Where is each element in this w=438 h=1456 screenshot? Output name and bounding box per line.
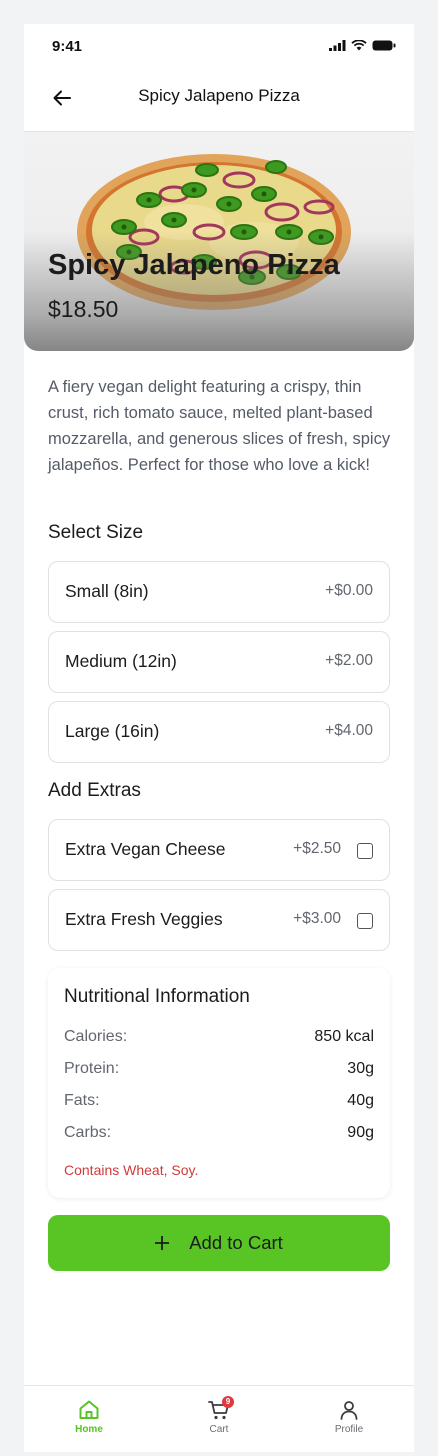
- plus-icon: [155, 1236, 170, 1250]
- status-icons: [329, 40, 396, 51]
- nav-item-profile[interactable]: Profile: [314, 1398, 384, 1435]
- nutrition-value: 850 kcal: [314, 1028, 374, 1045]
- nutrition-value: 30g: [347, 1060, 374, 1077]
- product-name: Spicy Jalapeno Pizza: [48, 249, 340, 281]
- extra-option-price: +$3.00: [293, 910, 341, 927]
- profile-icon: [340, 1401, 358, 1420]
- header-title: Spicy Jalapeno Pizza: [138, 86, 300, 105]
- status-bar: 9:41: [24, 24, 414, 68]
- battery-icon: [372, 40, 396, 51]
- extra-fresh-veggies-checkbox[interactable]: [357, 913, 373, 929]
- nutrition-value: 90g: [347, 1124, 374, 1141]
- nutrition-row-calories: Calories: 850 kcal: [64, 1028, 374, 1050]
- nutrition-row-fats: Fats: 40g: [64, 1092, 374, 1114]
- nutrition-row-carbs: Carbs: 90g: [64, 1124, 374, 1146]
- size-option-price: +$0.00: [325, 582, 373, 599]
- nav-label-cart: Cart: [209, 1424, 229, 1435]
- extra-option-fresh-veggies[interactable]: Extra Fresh Veggies +$3.00: [48, 889, 390, 951]
- size-option-label: Small (8in): [65, 581, 149, 601]
- extra-option-price: +$2.50: [293, 840, 341, 857]
- nav-item-home[interactable]: Home: [54, 1398, 124, 1435]
- product-hero-image: Spicy Jalapeno Pizza $18.50: [24, 132, 414, 351]
- nav-label-home: Home: [75, 1424, 103, 1435]
- size-option-price: +$4.00: [325, 722, 373, 739]
- allergens-warning: Contains Wheat, Soy.: [64, 1162, 199, 1178]
- nav-item-cart[interactable]: 9 Cart: [184, 1396, 254, 1435]
- size-option-label: Large (16in): [65, 721, 160, 741]
- extra-option-label: Extra Fresh Veggies: [65, 909, 223, 929]
- extra-option-label: Extra Vegan Cheese: [65, 839, 226, 859]
- wifi-icon: [351, 40, 367, 51]
- nutrition-label: Protein:: [64, 1060, 120, 1077]
- app-header: Spicy Jalapeno Pizza: [24, 68, 414, 132]
- nutrition-value: 40g: [347, 1092, 374, 1109]
- add-extras-title: Add Extras: [48, 780, 141, 801]
- signal-icon: [329, 40, 346, 51]
- home-icon: [79, 1400, 99, 1419]
- product-price: $18.50: [48, 296, 119, 322]
- nav-label-profile: Profile: [334, 1424, 364, 1435]
- phone-screen: 9:41 Spicy Jalapeno Pizza Spicy Jalapeno…: [24, 24, 414, 1452]
- size-option-large[interactable]: Large (16in) +$4.00: [48, 701, 390, 763]
- nutrition-title: Nutritional Information: [64, 986, 250, 1007]
- cart-badge: 9: [222, 1396, 234, 1408]
- select-size-title: Select Size: [48, 522, 144, 543]
- size-option-price: +$2.00: [325, 652, 373, 669]
- nutrition-label: Fats:: [64, 1092, 100, 1109]
- size-option-small[interactable]: Small (8in) +$0.00: [48, 561, 390, 623]
- size-option-medium[interactable]: Medium (12in) +$2.00: [48, 631, 390, 693]
- extra-option-vegan-cheese[interactable]: Extra Vegan Cheese +$2.50: [48, 819, 390, 881]
- nutrition-label: Calories:: [64, 1028, 128, 1045]
- add-to-cart-button[interactable]: Add to Cart: [48, 1215, 390, 1271]
- extra-vegan-cheese-checkbox[interactable]: [357, 843, 373, 859]
- bottom-nav: Home 9 Cart Profile: [24, 1385, 414, 1452]
- nutrition-row-protein: Protein: 30g: [64, 1060, 374, 1082]
- size-option-label: Medium (12in): [65, 651, 177, 671]
- product-description: A fiery vegan delight featuring a crispy…: [48, 378, 391, 474]
- add-to-cart-label: Add to Cart: [189, 1232, 283, 1253]
- nutrition-label: Carbs:: [64, 1124, 112, 1141]
- status-time: 9:41: [52, 38, 83, 55]
- nutrition-card: Nutritional Information Calories: 850 kc…: [48, 968, 390, 1198]
